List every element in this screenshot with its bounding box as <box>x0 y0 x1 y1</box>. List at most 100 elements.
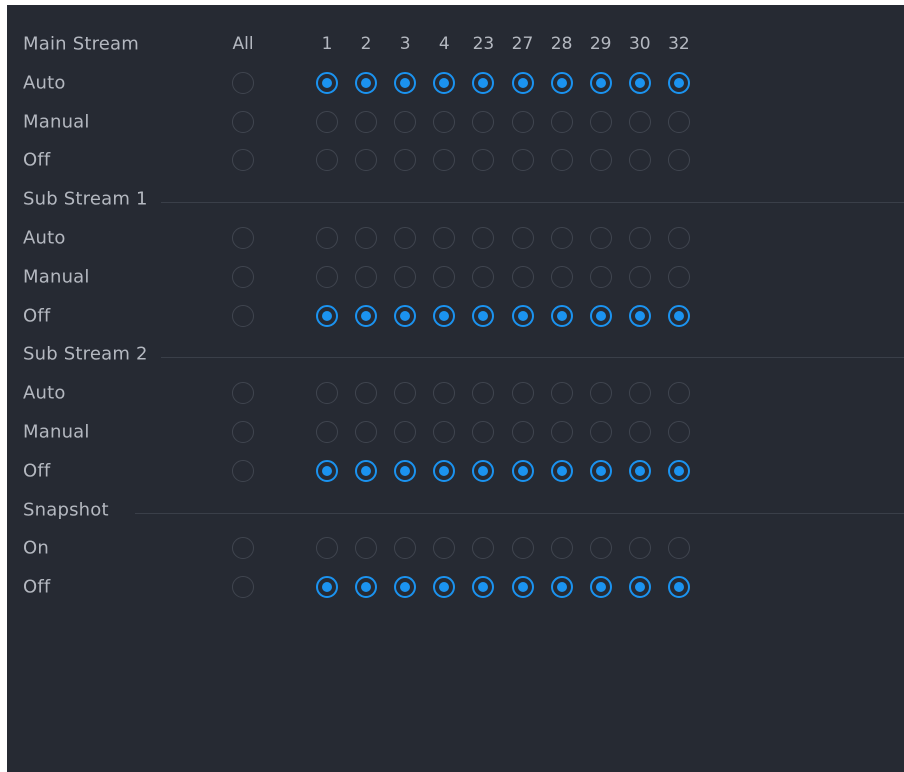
channel-radio-button[interactable] <box>355 149 378 172</box>
channel-radio-button[interactable] <box>628 537 651 560</box>
channel-radio-button[interactable] <box>628 227 651 249</box>
channel-radio-button[interactable] <box>394 382 417 405</box>
channel-radio-button[interactable] <box>550 421 573 443</box>
all-radio-button[interactable] <box>232 265 254 288</box>
channel-radio-button[interactable] <box>433 227 456 249</box>
all-radio-button[interactable] <box>232 537 254 560</box>
channel-radio-button[interactable] <box>628 421 651 443</box>
channel-radio-button[interactable] <box>550 576 573 599</box>
channel-radio-button[interactable] <box>589 227 612 249</box>
channel-radio-button[interactable] <box>550 304 573 327</box>
channel-radio-button[interactable] <box>472 110 495 133</box>
channel-radio-button[interactable] <box>667 459 690 482</box>
channel-radio-button[interactable] <box>589 265 612 288</box>
channel-radio-button[interactable] <box>316 382 338 405</box>
channel-radio-button[interactable] <box>589 304 612 327</box>
channel-radio-button[interactable] <box>316 265 338 288</box>
channel-radio-button[interactable] <box>550 71 573 94</box>
channel-radio-button[interactable] <box>394 149 417 172</box>
channel-radio-button[interactable] <box>550 382 573 405</box>
channel-radio-button[interactable] <box>316 576 338 599</box>
all-radio-button[interactable] <box>232 110 254 133</box>
channel-radio-button[interactable] <box>472 576 495 599</box>
channel-radio-button[interactable] <box>355 71 378 94</box>
channel-radio-button[interactable] <box>355 576 378 599</box>
channel-radio-button[interactable] <box>433 265 456 288</box>
channel-radio-button[interactable] <box>433 576 456 599</box>
all-radio-button[interactable] <box>232 149 254 172</box>
channel-radio-button[interactable] <box>433 382 456 405</box>
channel-radio-button[interactable] <box>355 227 378 249</box>
channel-radio-button[interactable] <box>355 537 378 560</box>
channel-radio-button[interactable] <box>667 382 690 405</box>
channel-radio-button[interactable] <box>511 382 534 405</box>
channel-radio-button[interactable] <box>628 110 651 133</box>
all-radio-button[interactable] <box>232 421 254 443</box>
channel-radio-button[interactable] <box>394 421 417 443</box>
channel-radio-button[interactable] <box>628 265 651 288</box>
channel-radio-button[interactable] <box>394 265 417 288</box>
channel-radio-button[interactable] <box>667 265 690 288</box>
channel-radio-button[interactable] <box>667 304 690 327</box>
channel-radio-button[interactable] <box>394 576 417 599</box>
channel-radio-button[interactable] <box>394 110 417 133</box>
channel-radio-button[interactable] <box>355 265 378 288</box>
channel-radio-button[interactable] <box>628 304 651 327</box>
all-radio-button[interactable] <box>232 227 254 249</box>
channel-radio-button[interactable] <box>550 149 573 172</box>
channel-radio-button[interactable] <box>355 421 378 443</box>
all-radio-button[interactable] <box>232 304 254 327</box>
channel-radio-button[interactable] <box>589 576 612 599</box>
channel-radio-button[interactable] <box>628 576 651 599</box>
channel-radio-button[interactable] <box>511 421 534 443</box>
channel-radio-button[interactable] <box>316 537 338 560</box>
channel-radio-button[interactable] <box>316 110 338 133</box>
channel-radio-button[interactable] <box>589 421 612 443</box>
channel-radio-button[interactable] <box>667 71 690 94</box>
channel-radio-button[interactable] <box>667 421 690 443</box>
channel-radio-button[interactable] <box>550 265 573 288</box>
channel-radio-button[interactable] <box>589 459 612 482</box>
channel-radio-button[interactable] <box>589 382 612 405</box>
channel-radio-button[interactable] <box>316 459 338 482</box>
channel-radio-button[interactable] <box>433 459 456 482</box>
channel-radio-button[interactable] <box>433 304 456 327</box>
channel-radio-button[interactable] <box>394 304 417 327</box>
channel-radio-button[interactable] <box>511 71 534 94</box>
channel-radio-button[interactable] <box>433 537 456 560</box>
channel-radio-button[interactable] <box>433 71 456 94</box>
channel-radio-button[interactable] <box>472 421 495 443</box>
channel-radio-button[interactable] <box>433 110 456 133</box>
channel-radio-button[interactable] <box>550 459 573 482</box>
all-radio-button[interactable] <box>232 576 254 599</box>
channel-radio-button[interactable] <box>628 71 651 94</box>
channel-radio-button[interactable] <box>511 459 534 482</box>
all-radio-button[interactable] <box>232 382 254 405</box>
channel-radio-button[interactable] <box>433 421 456 443</box>
channel-radio-button[interactable] <box>472 227 495 249</box>
channel-radio-button[interactable] <box>628 459 651 482</box>
channel-radio-button[interactable] <box>472 149 495 172</box>
channel-radio-button[interactable] <box>667 576 690 599</box>
channel-radio-button[interactable] <box>511 110 534 133</box>
channel-radio-button[interactable] <box>316 71 338 94</box>
channel-radio-button[interactable] <box>355 110 378 133</box>
channel-radio-button[interactable] <box>316 149 338 172</box>
channel-radio-button[interactable] <box>355 459 378 482</box>
channel-radio-button[interactable] <box>433 149 456 172</box>
channel-radio-button[interactable] <box>511 304 534 327</box>
channel-radio-button[interactable] <box>667 110 690 133</box>
all-radio-button[interactable] <box>232 71 254 94</box>
channel-radio-button[interactable] <box>472 265 495 288</box>
channel-radio-button[interactable] <box>472 71 495 94</box>
channel-radio-button[interactable] <box>667 537 690 560</box>
channel-radio-button[interactable] <box>472 382 495 405</box>
channel-radio-button[interactable] <box>511 149 534 172</box>
channel-radio-button[interactable] <box>472 537 495 560</box>
channel-radio-button[interactable] <box>511 227 534 249</box>
channel-radio-button[interactable] <box>316 421 338 443</box>
channel-radio-button[interactable] <box>316 227 338 249</box>
channel-radio-button[interactable] <box>667 149 690 172</box>
channel-radio-button[interactable] <box>667 227 690 249</box>
channel-radio-button[interactable] <box>472 459 495 482</box>
